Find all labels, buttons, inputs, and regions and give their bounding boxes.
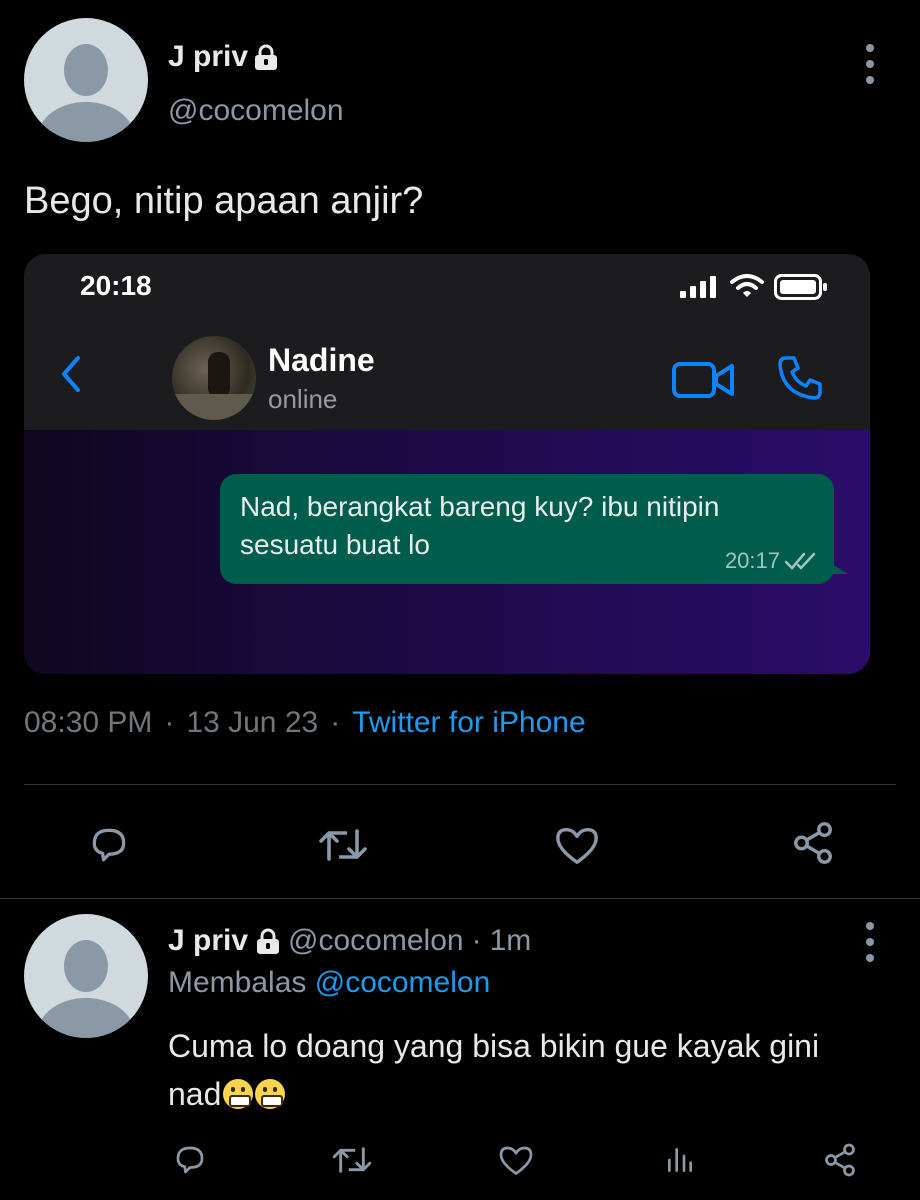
battery-icon [774, 274, 827, 300]
contact-avatar[interactable] [172, 336, 256, 420]
author-avatar[interactable] [24, 18, 148, 142]
chat-header: Nadine online [24, 324, 870, 430]
message-time: 20:17 [724, 548, 780, 573]
like-button[interactable] [552, 820, 602, 870]
reply-author-avatar[interactable] [24, 914, 148, 1038]
grimacing-emoji-icon [255, 1079, 286, 1109]
more-icon[interactable] [865, 922, 875, 962]
reply-author-handle[interactable]: @cocomelon [288, 924, 464, 958]
tweet-meta: 08:30 PM · 13 Jun 23 · Twitter for iPhon… [24, 706, 586, 740]
lock-icon [257, 928, 280, 954]
message-meta: 20:17 [725, 548, 818, 574]
back-chevron-icon[interactable] [58, 354, 82, 394]
lock-icon [255, 44, 278, 70]
message-bubble[interactable]: Nad, berangkat bareng kuy? ibu nitipin s… [220, 474, 848, 584]
like-icon [499, 1146, 533, 1175]
reply-button[interactable] [170, 1140, 210, 1180]
contact-status: online [268, 384, 338, 414]
retweet-icon [319, 829, 367, 861]
more-icon[interactable] [865, 44, 875, 84]
replying-label: Membalas [168, 966, 307, 999]
author-name-row[interactable]: J priv [168, 40, 278, 74]
replying-to: Membalas @cocomelon [168, 966, 490, 1000]
tweet-text: Bego, nitip apaan anjir? [24, 180, 424, 222]
grimacing-emoji-icon [223, 1079, 254, 1109]
tweet-time[interactable]: 08:30 PM [24, 706, 152, 740]
divider [24, 784, 896, 785]
reply-author-name[interactable]: J priv [168, 924, 248, 958]
share-icon [794, 822, 832, 864]
share-button[interactable] [788, 818, 838, 868]
double-check-icon [784, 552, 816, 570]
signal-icon [680, 276, 716, 298]
tweet-media-screenshot[interactable]: 20:18 Nadine online Nad, berangkat baren… [24, 254, 870, 674]
phone-status-bar: 20:18 [24, 254, 870, 324]
video-icon[interactable] [672, 360, 736, 400]
author-name: J priv [168, 40, 249, 73]
share-button[interactable] [820, 1140, 860, 1180]
meta-separator: · [164, 706, 175, 739]
divider [0, 898, 920, 899]
contact-avatar-figure [208, 352, 230, 398]
reply-separator: · [471, 924, 482, 957]
like-icon [556, 827, 598, 864]
reply-button[interactable] [84, 820, 134, 870]
retweet-button[interactable] [330, 1140, 374, 1180]
reply-icon [176, 1146, 204, 1174]
reply-icon [92, 828, 126, 862]
tweet-date[interactable]: 13 Jun 23 [186, 706, 318, 740]
retweet-icon [332, 1147, 372, 1173]
avatar-head [64, 940, 108, 992]
avatar-shoulders [38, 102, 134, 142]
wifi-icon [730, 274, 764, 297]
message-bubble-tail [832, 564, 848, 574]
replying-mention[interactable]: @cocomelon [315, 966, 491, 999]
analytics-icon [668, 1148, 692, 1172]
contact-name[interactable]: Nadine [268, 342, 375, 379]
like-button[interactable] [496, 1140, 536, 1180]
retweet-button[interactable] [316, 820, 370, 870]
share-icon [825, 1143, 855, 1177]
avatar-shoulders [38, 998, 134, 1038]
chat-area: Nad, berangkat bareng kuy? ibu nitipin s… [24, 430, 870, 674]
avatar-head [64, 44, 108, 96]
reply-header: J priv @cocomelon · 1m [168, 924, 531, 958]
phone-icon[interactable] [776, 354, 824, 402]
status-time: 20:18 [80, 270, 152, 301]
analytics-button[interactable] [660, 1140, 700, 1180]
reply-age[interactable]: 1m [490, 924, 532, 958]
tweet-source[interactable]: Twitter for iPhone [352, 706, 585, 740]
reply-text-block: Cuma lo doang yang bisa bikin gue kayak … [168, 1022, 868, 1118]
author-handle[interactable]: @cocomelon [168, 94, 344, 128]
contact-avatar-ground [172, 394, 256, 420]
meta-separator: · [330, 706, 341, 739]
